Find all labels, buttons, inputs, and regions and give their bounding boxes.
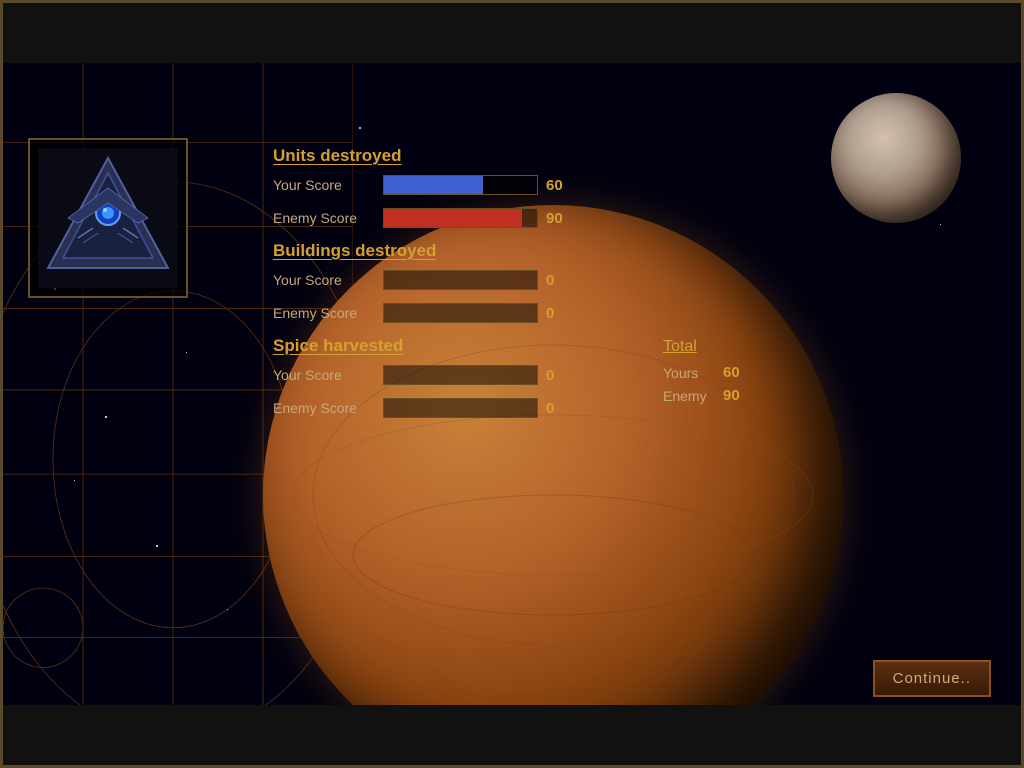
spice-enemy-score-label: Enemy Score	[273, 400, 383, 416]
buildings-your-score-row: Your Score 0	[273, 265, 723, 295]
units-your-score-value: 60	[546, 177, 576, 194]
units-enemy-score-value: 90	[546, 210, 576, 227]
moon	[831, 93, 961, 223]
buildings-destroyed-header: Buildings destroyed	[273, 241, 723, 261]
spice-enemy-score-row: Enemy Score 0	[273, 393, 723, 423]
bottom-bar	[3, 705, 1021, 765]
spice-your-score-bar	[383, 365, 538, 385]
spice-harvested-header: Spice harvested	[273, 336, 723, 356]
continue-button[interactable]: Continue..	[873, 660, 991, 697]
top-bar	[3, 3, 1021, 63]
spice-your-score-row: Your Score 0	[273, 360, 723, 390]
units-your-score-label: Your Score	[273, 177, 383, 193]
buildings-your-score-value: 0	[546, 272, 576, 289]
buildings-enemy-score-bar	[383, 303, 538, 323]
spice-your-score-value: 0	[546, 367, 576, 384]
space-background: Units destroyed Your Score 60 Enemy Scor…	[3, 63, 1021, 705]
faction-emblem	[38, 148, 178, 288]
stats-panel: Units destroyed Your Score 60 Enemy Scor…	[273, 138, 723, 426]
units-enemy-score-bar	[383, 208, 538, 228]
buildings-your-score-bar	[383, 270, 538, 290]
total-enemy-row: Enemy 90	[663, 387, 740, 404]
total-yours-value: 60	[723, 364, 740, 381]
total-title: Total	[663, 338, 740, 356]
faction-logo	[28, 138, 188, 298]
total-enemy-value: 90	[723, 387, 740, 404]
total-enemy-label: Enemy	[663, 388, 723, 404]
buildings-enemy-score-value: 0	[546, 305, 576, 322]
units-your-score-row: Your Score 60	[273, 170, 723, 200]
total-yours-label: Yours	[663, 365, 723, 381]
units-your-score-bar	[383, 175, 538, 195]
buildings-enemy-score-row: Enemy Score 0	[273, 298, 723, 328]
buildings-enemy-score-label: Enemy Score	[273, 305, 383, 321]
units-enemy-score-row: Enemy Score 90	[273, 203, 723, 233]
spice-enemy-score-value: 0	[546, 400, 576, 417]
spice-your-score-label: Your Score	[273, 367, 383, 383]
spice-enemy-score-bar	[383, 398, 538, 418]
units-enemy-score-label: Enemy Score	[273, 210, 383, 226]
total-yours-row: Yours 60	[663, 364, 740, 381]
units-your-score-fill	[384, 176, 483, 194]
units-enemy-score-fill	[384, 209, 522, 227]
game-window: Units destroyed Your Score 60 Enemy Scor…	[0, 0, 1024, 768]
total-panel: Total Yours 60 Enemy 90	[663, 338, 740, 410]
units-destroyed-header: Units destroyed	[273, 146, 723, 166]
buildings-your-score-label: Your Score	[273, 272, 383, 288]
